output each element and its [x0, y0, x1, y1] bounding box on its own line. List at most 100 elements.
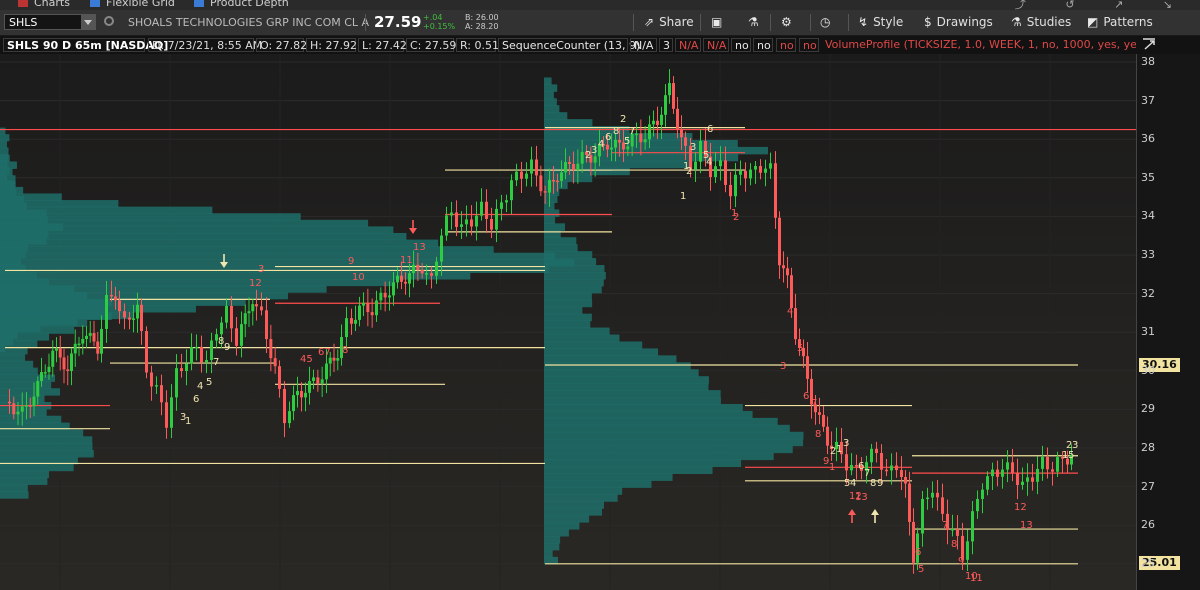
candle-body [260, 306, 263, 311]
volume-profile-bar [544, 438, 804, 447]
candle-body [55, 348, 58, 351]
candle-body [515, 171, 518, 181]
candle-body [505, 200, 508, 203]
volume-profile-bar [544, 369, 699, 377]
volume-profile-bar [0, 200, 119, 208]
collapse-icon[interactable] [1140, 36, 1158, 52]
grid-layout-button[interactable]: ▣ [711, 15, 727, 29]
candle-body [190, 346, 193, 364]
sequence-label-down: 1 [731, 208, 737, 219]
bar-close: C: 27.59 [406, 38, 456, 52]
candle-body [1011, 462, 1014, 473]
chevron-down-icon[interactable] [81, 15, 95, 29]
candle-body [593, 156, 597, 163]
sequence-label-up: 9 [877, 478, 883, 489]
drawings-button[interactable]: $ Drawings [924, 15, 993, 29]
candle-body [440, 235, 443, 262]
price-tick-label: 25 [1141, 556, 1155, 570]
studies-flask-button[interactable]: ⚗ [748, 15, 764, 29]
divider [365, 14, 366, 31]
sequence-label-up: 6 [193, 394, 199, 405]
price-tick-label: 31 [1141, 325, 1155, 339]
candle-body [548, 179, 551, 193]
candle-body [366, 302, 370, 313]
candle-body [976, 498, 979, 512]
candle-body [880, 453, 883, 470]
candle-body [885, 469, 888, 472]
volume-profile-bar [0, 443, 93, 451]
candle-body [445, 215, 448, 236]
candle-body [180, 368, 183, 372]
candle-body [160, 385, 163, 403]
candle-body [36, 381, 40, 397]
candle-body [908, 483, 911, 522]
candle-body [430, 273, 433, 276]
candle-body [572, 163, 575, 170]
divider [633, 14, 634, 31]
candle-body [656, 120, 659, 125]
divider [848, 14, 849, 31]
sequence-label-up: 6 [605, 132, 611, 143]
candle-body [936, 492, 939, 498]
volume-profile-bar [544, 515, 590, 523]
volume-profile-bar [544, 341, 643, 349]
window-controls-icon[interactable]: ⤴ ↺ ↗ ↘ [1015, 0, 1190, 10]
candle-body [16, 411, 20, 415]
study-field: N/A [630, 38, 657, 52]
candle-body [383, 292, 387, 298]
sequence-label-up: 8 [870, 478, 876, 489]
candle-body [235, 328, 238, 346]
study-field: N/A [703, 38, 729, 52]
settings-button[interactable]: ⚙ [781, 15, 797, 29]
sequence-label-up: 2 [585, 150, 591, 161]
candle-body [719, 160, 722, 167]
tab-flexible-grid[interactable]: Flexible Grid [82, 0, 183, 10]
price-tick-label: 38 [1141, 55, 1155, 68]
candle-body [510, 180, 513, 201]
price-tick-label: 29 [1141, 402, 1155, 416]
sequence-label-down: 45 [300, 354, 313, 365]
symbol-settings-icon[interactable] [104, 16, 114, 26]
candle-body [900, 470, 903, 478]
study-field: no [799, 38, 819, 52]
volume-profile-bar [0, 160, 8, 168]
candle-body [610, 147, 613, 150]
price-tick-label: 27 [1141, 479, 1155, 493]
volume-profile-bar [544, 195, 558, 204]
candle-body [225, 305, 228, 323]
time-frame-button[interactable]: ◷ [820, 15, 835, 29]
price-chart[interactable]: 8974 563128 76 543216543213124567 8910111321… [0, 54, 1136, 590]
volume-profile-bar [0, 232, 407, 241]
candle-body [185, 363, 188, 372]
candle-body [155, 385, 158, 387]
sequence-label-down: 11 [400, 255, 413, 266]
candle-body [66, 369, 70, 371]
tab-charts[interactable]: Charts [10, 0, 78, 10]
volume-profile-bar [544, 306, 583, 315]
candle-body [273, 358, 277, 367]
bar-date: D: 7/23/21, 8:55 AM [148, 38, 262, 52]
symbol-input[interactable]: SHLS [4, 14, 96, 30]
candle-body [556, 180, 559, 183]
tab-product-depth[interactable]: Product Depth [186, 0, 297, 10]
sequence-label-up: 8 [613, 126, 619, 137]
style-button[interactable]: ↯ Style [858, 15, 903, 29]
volume-profile-bar [544, 251, 593, 259]
studies-button[interactable]: ⚗ Studies [1011, 15, 1071, 29]
candle-body [652, 120, 655, 125]
candle-body [96, 341, 100, 354]
share-button[interactable]: ⇗ Share [644, 15, 694, 29]
price-axis[interactable]: 30.16 25.01 38 37 36 35 34 33 32 31 30 29 28 27 26 25 [1136, 54, 1200, 590]
candle-body [58, 348, 62, 358]
volume-profile-bar [544, 181, 568, 190]
candle-body [308, 380, 311, 393]
candle-body [243, 313, 247, 325]
patterns-button[interactable]: ◩ Patterns [1087, 15, 1153, 29]
candle-body [296, 391, 299, 396]
candle-body [1056, 457, 1059, 472]
sequence-label-down: 7 [811, 398, 817, 409]
study-volume-profile[interactable]: VolumeProfile (TICKSIZE, 1.0, WEEK, 1, n… [822, 38, 1136, 52]
candle-body [123, 311, 126, 318]
study-sequence-counter[interactable]: SequenceCounter (13, 9) [498, 38, 640, 52]
candle-body [806, 356, 809, 379]
